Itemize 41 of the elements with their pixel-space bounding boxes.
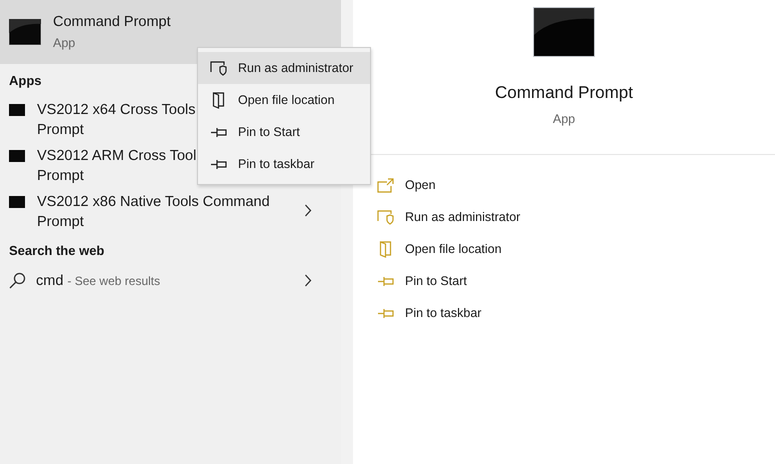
- chevron-icon: [304, 274, 312, 287]
- pin-icon: [210, 158, 227, 170]
- menu-item[interactable]: Open file location: [198, 84, 370, 116]
- action-item[interactable]: Run as administrator: [377, 201, 775, 233]
- app-type: App: [53, 36, 76, 50]
- app-name: VS2012 ARM Cross Tool: [37, 147, 196, 166]
- app-name: Prompt: [37, 121, 85, 140]
- menu-item[interactable]: Run as administrator: [198, 52, 370, 84]
- search-hint: - See web results: [67, 274, 160, 288]
- console-icon: [9, 196, 25, 208]
- console-icon: [533, 7, 595, 57]
- search-query: cmd: [36, 272, 64, 288]
- open-icon: [377, 178, 394, 192]
- shield-icon: [210, 60, 227, 76]
- section-heading: Search the web: [9, 243, 104, 258]
- app-item[interactable]: VS2012 x86 Native Tools Command Prompt: [0, 188, 341, 234]
- console-icon: [9, 19, 41, 45]
- search-icon: [9, 272, 26, 289]
- pin-icon: [377, 276, 394, 286]
- console-icon: [9, 150, 25, 162]
- pin-icon: [377, 308, 394, 318]
- app-name: VS2012 x64 Cross Tools: [37, 101, 196, 120]
- action-item[interactable]: Pin to Start: [377, 265, 775, 297]
- document-icon: [210, 92, 227, 108]
- menu-item[interactable]: Pin to taskbar: [198, 148, 370, 180]
- app-title: Command Prompt: [495, 83, 633, 103]
- app-title: Command Prompt: [53, 14, 171, 30]
- section-heading: Apps: [9, 73, 42, 88]
- web-search-item[interactable]: cmd - See web results: [0, 266, 341, 295]
- action-item[interactable]: Pin to taskbar: [377, 297, 775, 329]
- action-item[interactable]: Open: [377, 169, 775, 201]
- action-item[interactable]: Open file location: [377, 233, 775, 265]
- menu-item[interactable]: Pin to Start: [198, 116, 370, 148]
- app-name: Prompt: [37, 167, 85, 186]
- app-type: App: [552, 112, 576, 126]
- document-icon: [377, 240, 394, 258]
- app-name: VS2012 x86 Native Tools Command: [37, 193, 270, 212]
- pin-icon: [210, 126, 227, 138]
- console-icon: [9, 104, 25, 116]
- app-name: Prompt: [37, 213, 85, 232]
- shield-icon: [377, 209, 394, 225]
